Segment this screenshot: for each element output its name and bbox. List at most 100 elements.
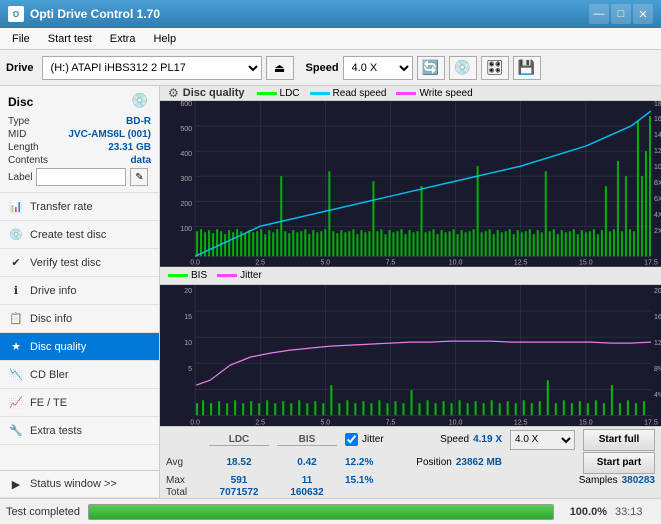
- sidebar-item-disc-quality[interactable]: ★ Disc quality: [0, 333, 159, 361]
- position-value: 23862 MB: [456, 457, 502, 468]
- eject-button[interactable]: ⏏: [266, 56, 294, 80]
- sidebar-label-status-window: Status window >>: [30, 478, 117, 490]
- menu-start-test[interactable]: Start test: [40, 31, 100, 47]
- disc-type-row: Type BD-R: [8, 116, 151, 127]
- label-label: Label: [8, 172, 32, 183]
- verify-test-disc-icon: ✔: [8, 255, 24, 271]
- svg-text:6X: 6X: [654, 196, 661, 203]
- svg-text:4%: 4%: [654, 393, 661, 400]
- svg-text:200: 200: [180, 201, 192, 208]
- titlebar: O Opti Drive Control 1.70 — □ ✕: [0, 0, 661, 28]
- sidebar-item-fe-te[interactable]: 📈 FE / TE: [0, 389, 159, 417]
- svg-text:2X: 2X: [654, 228, 661, 235]
- speed-selector[interactable]: 4.0 X 1.0 X 2.0 X 8.0 X: [343, 56, 413, 80]
- sidebar-item-transfer-rate[interactable]: 📊 Transfer rate: [0, 193, 159, 221]
- avg-jitter: 12.2%: [345, 457, 408, 468]
- svg-text:10.0: 10.0: [449, 420, 463, 426]
- speed-select-stats[interactable]: 4.0 X: [510, 430, 575, 450]
- max-bis-value: 11: [302, 475, 313, 486]
- legend-jitter: Jitter: [217, 270, 262, 281]
- disc-label-input[interactable]: [36, 168, 126, 186]
- avg-ldc-value: 18.52: [226, 457, 251, 468]
- stats-max-row: Max 591 11 15.1% Samples 380283: [166, 475, 655, 486]
- sidebar-item-disc-info[interactable]: 📋 Disc info: [0, 305, 159, 333]
- svg-text:12.5: 12.5: [514, 259, 528, 266]
- app-icon: O: [8, 6, 24, 22]
- status-window-icon: ▶: [8, 476, 24, 492]
- svg-text:20: 20: [184, 288, 192, 295]
- burn-button[interactable]: 💿: [449, 56, 477, 80]
- disc-quality-icon: ★: [8, 339, 24, 355]
- disc-length-row: Length 23.31 GB: [8, 142, 151, 153]
- samples-label: Samples: [579, 475, 618, 486]
- stats-avg-row: Avg 18.52 0.42 12.2% Position 23862 MB S…: [166, 452, 655, 474]
- start-full-button[interactable]: Start full: [583, 429, 655, 451]
- svg-text:4X: 4X: [654, 212, 661, 219]
- svg-text:15: 15: [184, 314, 192, 321]
- disc-label-edit-button[interactable]: ✎: [130, 168, 148, 186]
- avg-label: Avg: [166, 457, 201, 468]
- total-bis: 160632: [277, 487, 337, 498]
- total-ldc-value: 7071572: [220, 487, 259, 498]
- progress-bar-area: Test completed 100.0% 33:13: [0, 498, 661, 524]
- total-label: Total: [166, 487, 201, 498]
- avg-ldc: 18.52: [209, 457, 269, 468]
- sidebar-item-cd-bler[interactable]: 📉 CD Bler: [0, 361, 159, 389]
- drive-selector[interactable]: (H:) ATAPI iHBS312 2 PL17: [42, 56, 262, 80]
- progress-fill: [89, 505, 553, 519]
- svg-text:0.0: 0.0: [190, 259, 200, 266]
- close-button[interactable]: ✕: [633, 4, 653, 24]
- total-ldc: 7071572: [209, 487, 269, 498]
- progress-percent: 100.0%: [562, 506, 607, 518]
- settings-button[interactable]: 🎛: [481, 56, 509, 80]
- legend-jitter-label: Jitter: [240, 270, 262, 281]
- svg-text:17.5: 17.5: [644, 259, 658, 266]
- refresh-button[interactable]: 🔄: [417, 56, 445, 80]
- bis-column-header: BIS: [277, 434, 337, 446]
- speed-value: 4.19 X: [473, 434, 502, 445]
- speed-section: Speed 4.19 X: [440, 434, 502, 445]
- progress-track: [88, 504, 554, 520]
- position-label: Position: [416, 457, 452, 468]
- chart-legend: LDC Read speed Write speed: [257, 88, 473, 99]
- chart-gear-icon[interactable]: ⚙: [168, 86, 179, 100]
- start-part-button[interactable]: Start part: [583, 452, 655, 474]
- svg-text:12%: 12%: [654, 340, 661, 347]
- menu-help[interactable]: Help: [145, 31, 184, 47]
- svg-text:400: 400: [180, 151, 192, 158]
- cd-bler-icon: 📉: [8, 367, 24, 383]
- sidebar-item-create-test-disc[interactable]: 💿 Create test disc: [0, 221, 159, 249]
- legend-write: Write speed: [396, 88, 472, 99]
- disc-panel: Disc 💿 Type BD-R MID JVC-AMS6L (001) Len…: [0, 86, 159, 193]
- avg-bis-value: 0.42: [297, 457, 316, 468]
- sidebar-item-status-window[interactable]: ▶ Status window >>: [0, 470, 159, 498]
- svg-text:2.5: 2.5: [255, 259, 265, 266]
- bottom-chart-svg: 20 15 10 5 20% 16% 12% 8% 4% 0.0 2.5 5.0…: [160, 285, 661, 425]
- sidebar-item-verify-test-disc[interactable]: ✔ Verify test disc: [0, 249, 159, 277]
- drive-label: Drive: [6, 62, 34, 74]
- disc-label-row: Label ✎: [8, 168, 151, 186]
- extra-tests-icon: 🔧: [8, 423, 24, 439]
- sidebar-label-fe-te: FE / TE: [30, 397, 67, 409]
- jitter-section: Jitter: [345, 433, 432, 446]
- sidebar-item-extra-tests[interactable]: 🔧 Extra tests: [0, 417, 159, 445]
- menu-file[interactable]: File: [4, 31, 38, 47]
- svg-text:7.5: 7.5: [386, 259, 396, 266]
- svg-text:20%: 20%: [654, 288, 661, 295]
- svg-text:15.0: 15.0: [579, 259, 593, 266]
- create-test-disc-icon: 💿: [8, 227, 24, 243]
- sidebar-item-drive-info[interactable]: ℹ Drive info: [0, 277, 159, 305]
- minimize-button[interactable]: —: [589, 4, 609, 24]
- mid-label: MID: [8, 129, 26, 140]
- ldc-header: LDC: [209, 434, 269, 446]
- svg-text:10X: 10X: [654, 164, 661, 171]
- jitter-checkbox[interactable]: [345, 433, 358, 446]
- menu-extra[interactable]: Extra: [102, 31, 144, 47]
- svg-text:500: 500: [180, 126, 192, 133]
- save-button[interactable]: 💾: [513, 56, 541, 80]
- svg-text:17.5: 17.5: [644, 420, 658, 426]
- maximize-button[interactable]: □: [611, 4, 631, 24]
- legend-write-label: Write speed: [419, 88, 472, 99]
- svg-text:5: 5: [188, 366, 192, 373]
- max-ldc-value: 591: [231, 475, 248, 486]
